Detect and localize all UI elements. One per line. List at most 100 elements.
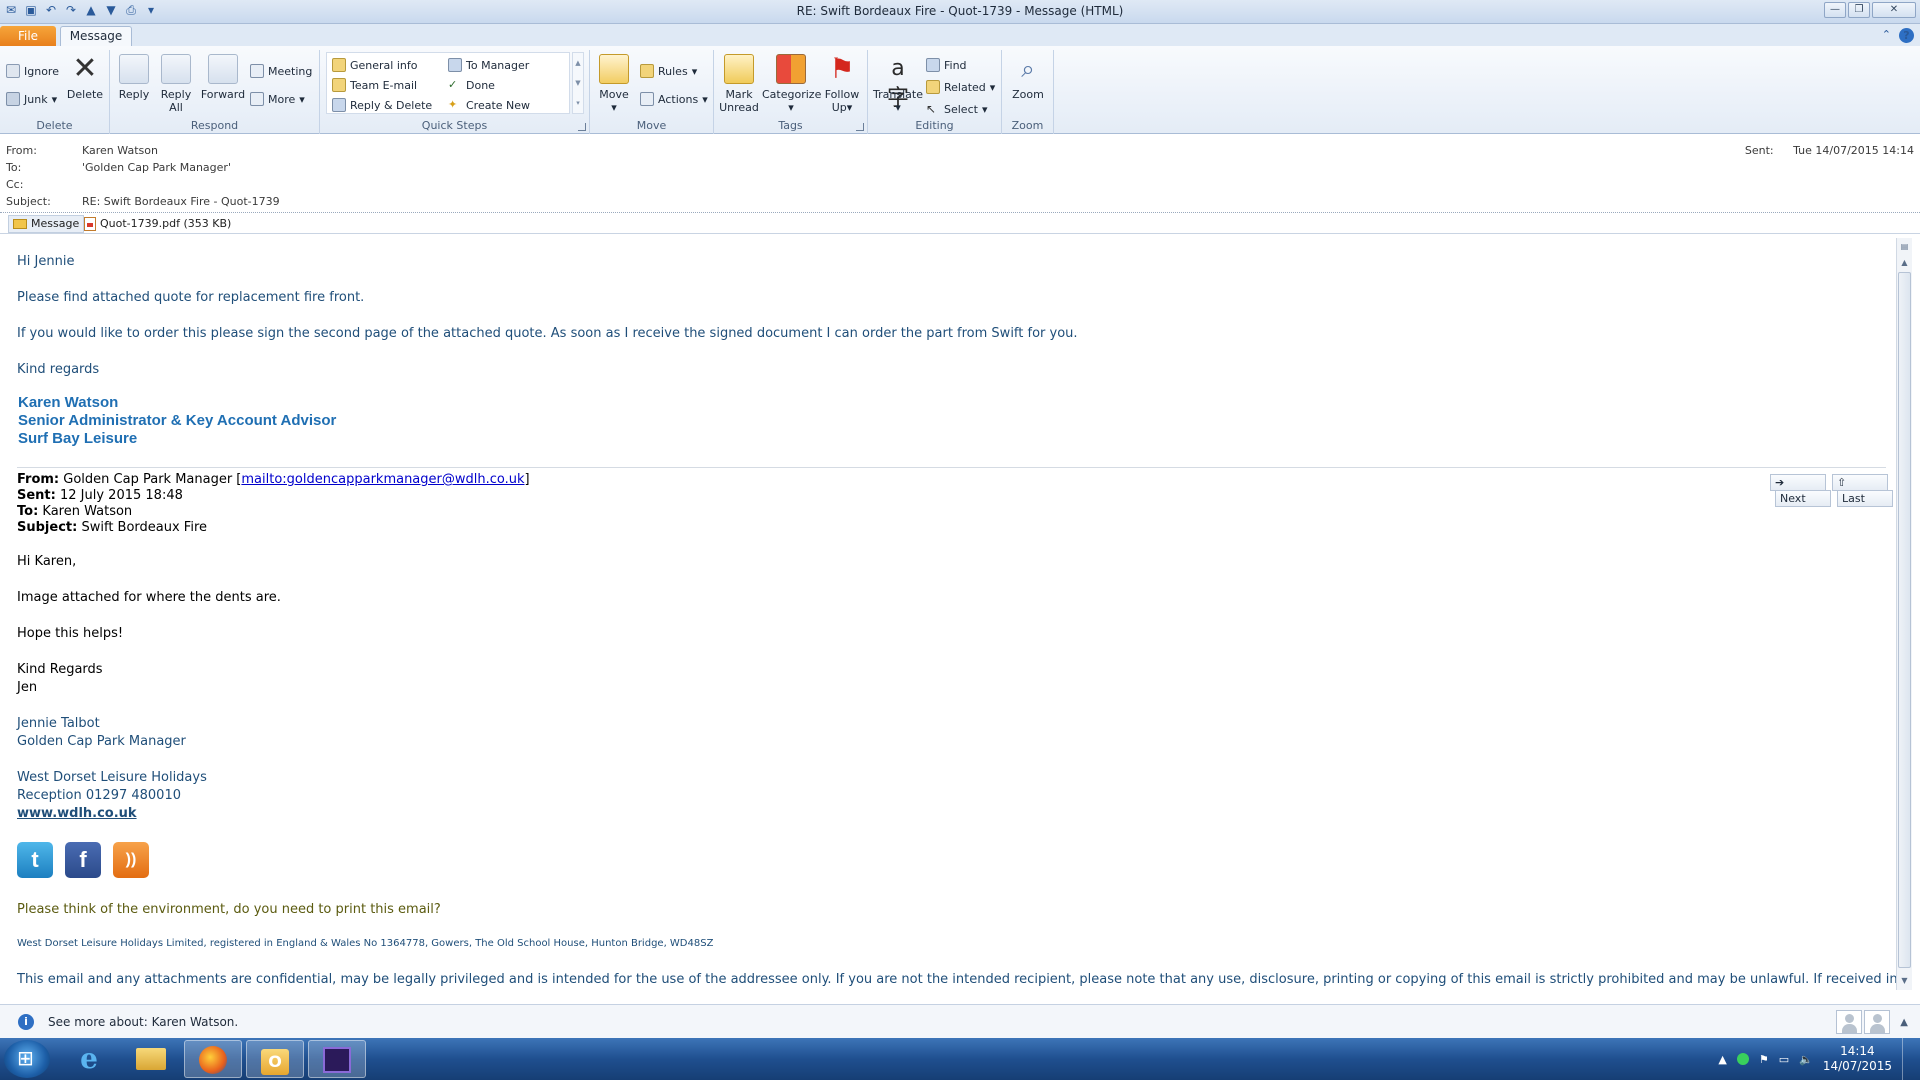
group-label-delete: Delete xyxy=(36,119,73,132)
envelope-icon xyxy=(332,58,346,72)
firefox-icon[interactable] xyxy=(184,1040,242,1078)
action-center-flag-icon[interactable]: ⚑ xyxy=(1759,1053,1769,1066)
delete-x-icon: ✕ xyxy=(72,51,98,86)
close-button[interactable]: ✕ xyxy=(1872,2,1916,18)
people-pane: i See more about: Karen Watson. ▲ xyxy=(0,1004,1920,1038)
last-button[interactable]: ⇧Last xyxy=(1832,474,1893,507)
quoted-closing-1: Kind Regards xyxy=(17,662,103,677)
reply-closing: Kind regards xyxy=(17,362,100,377)
categorize-icon xyxy=(776,54,806,84)
next-button[interactable]: ➔Next xyxy=(1770,474,1831,507)
quoted-closing-2: Jen xyxy=(17,680,38,695)
contact-avatar-1[interactable] xyxy=(1836,1010,1863,1034)
volume-icon[interactable]: 🔈 xyxy=(1799,1053,1813,1066)
find-button[interactable]: Find xyxy=(926,58,967,72)
outlook-taskbar-icon[interactable]: O xyxy=(246,1040,304,1078)
quick-step-team-email[interactable]: Team E-mail xyxy=(332,78,417,92)
group-label-respond: Respond xyxy=(190,119,239,132)
ignore-button[interactable]: Ignore xyxy=(6,64,59,78)
reply-line-2: If you would like to order this please s… xyxy=(17,326,1078,341)
envelope-icon xyxy=(13,219,27,229)
rss-icon[interactable]: )) xyxy=(113,842,149,878)
group-label-tags: Tags xyxy=(778,119,803,132)
minimize-button[interactable]: — xyxy=(1824,2,1846,18)
reply-all-button[interactable]: Reply All xyxy=(156,54,196,114)
facebook-icon[interactable]: f xyxy=(65,842,101,878)
clock[interactable]: 14:14 14/07/2015 xyxy=(1823,1044,1892,1074)
twitter-icon[interactable]: t xyxy=(17,842,53,878)
start-button[interactable] xyxy=(4,1040,50,1078)
website-link[interactable]: www.wdlh.co.uk xyxy=(17,806,137,821)
follow-up-button[interactable]: ⚑ Follow Up▾ xyxy=(820,52,864,115)
more-icon xyxy=(250,92,264,106)
categorize-button[interactable]: Categorize ▾ xyxy=(762,54,821,114)
show-desktop-button[interactable] xyxy=(1902,1038,1912,1080)
meeting-button[interactable]: Meeting xyxy=(250,64,312,78)
tab-message[interactable]: Message xyxy=(60,26,132,47)
contact-avatar-2[interactable] xyxy=(1864,1010,1891,1034)
attachment-pdf[interactable]: Quot-1739.pdf (353 KB) xyxy=(84,216,231,232)
quick-step-reply-delete[interactable]: Reply & Delete xyxy=(332,98,432,112)
signature-company: Surf Bay Leisure xyxy=(18,430,138,447)
rules-button[interactable]: Rules ▾ xyxy=(640,64,697,78)
reply-greeting: Hi Jennie xyxy=(17,254,75,269)
related-button[interactable]: Related ▾ xyxy=(926,80,995,94)
delete-button[interactable]: ✕ Delete xyxy=(64,51,106,102)
folder-move-icon xyxy=(599,54,629,84)
network-icon[interactable]: ▭ xyxy=(1779,1053,1789,1066)
binoculars-icon xyxy=(926,58,940,72)
forward-icon xyxy=(208,54,238,84)
maximize-button[interactable]: ❐ xyxy=(1848,2,1870,18)
rules-icon xyxy=(640,64,654,78)
quick-step-done[interactable]: ✓ Done xyxy=(448,78,495,92)
ignore-icon xyxy=(6,64,20,78)
translate-button[interactable]: a字 Translate ▾ xyxy=(872,54,924,114)
quoted-company: West Dorset Leisure Holidays xyxy=(17,770,207,785)
calendar-app-icon[interactable] xyxy=(308,1040,366,1078)
show-hidden-icons[interactable]: ▲ xyxy=(1718,1053,1726,1066)
tab-file[interactable]: File xyxy=(0,26,56,46)
collapse-ribbon-icon[interactable]: ⌃ xyxy=(1882,28,1891,43)
scroll-down-arrow[interactable]: ▼ xyxy=(1897,974,1912,988)
status-dot-icon[interactable] xyxy=(1736,1053,1749,1065)
reply-all-icon xyxy=(161,54,191,84)
move-button[interactable]: Move ▾ xyxy=(594,54,634,114)
people-pane-text[interactable]: See more about: Karen Watson. xyxy=(48,1015,238,1029)
mailto-link[interactable]: mailto:goldencapparkmanager@wdlh.co.uk xyxy=(241,472,524,487)
internet-explorer-icon[interactable]: e xyxy=(60,1040,118,1078)
tags-dialog-launcher[interactable] xyxy=(856,123,864,131)
actions-button[interactable]: Actions ▾ xyxy=(640,92,708,106)
flag-icon: ⚑ xyxy=(829,52,855,85)
reply-button[interactable]: Reply xyxy=(114,54,154,101)
message-tab-button[interactable]: Message xyxy=(8,215,85,233)
reply-delete-icon xyxy=(332,98,346,112)
signature-name: Karen Watson xyxy=(18,394,119,411)
quick-steps-scroll[interactable]: ▲ ▼ ▾ xyxy=(572,52,584,114)
quick-step-general-info[interactable]: General info xyxy=(332,58,417,72)
zoom-button[interactable]: ⌕ Zoom xyxy=(1006,54,1050,101)
junk-icon xyxy=(6,92,20,106)
quick-step-to-manager[interactable]: To Manager xyxy=(448,58,529,72)
reader-options-icon[interactable]: ▤ xyxy=(1897,240,1912,254)
group-label-editing: Editing xyxy=(915,119,954,132)
quick-steps-dialog-launcher[interactable] xyxy=(578,123,586,131)
scroll-thumb[interactable] xyxy=(1898,272,1911,968)
to-value[interactable]: 'Golden Cap Park Manager' xyxy=(82,161,231,174)
forward-button[interactable]: Forward xyxy=(200,54,246,101)
scroll-up-arrow[interactable]: ▲ xyxy=(1897,256,1912,270)
window-controls: — ❐ ✕ xyxy=(1824,2,1916,18)
select-button[interactable]: ↖ Select ▾ xyxy=(926,102,987,116)
from-value[interactable]: Karen Watson xyxy=(82,144,158,157)
quick-step-create-new[interactable]: ✦ Create New xyxy=(448,98,530,112)
file-explorer-icon[interactable] xyxy=(122,1040,180,1078)
header-subject: Subject: RE: Swift Bordeaux Fire - Quot-… xyxy=(6,195,280,208)
vertical-scrollbar[interactable]: ▤ ▲ ▼ xyxy=(1896,238,1912,990)
group-move: Move ▾ Rules ▾ Actions ▾ Move xyxy=(590,50,714,134)
quoted-from: From: Golden Cap Park Manager [mailto:go… xyxy=(17,472,530,487)
mark-unread-button[interactable]: Mark Unread xyxy=(716,54,762,114)
more-respond-button[interactable]: More ▾ xyxy=(250,92,305,106)
help-icon[interactable]: ? xyxy=(1899,28,1914,43)
expand-people-pane-icon[interactable]: ▲ xyxy=(1900,1017,1908,1028)
ribbon: Ignore Junk ▾ ✕ Delete Delete Reply Reply… xyxy=(0,46,1920,134)
junk-button[interactable]: Junk ▾ xyxy=(6,92,57,106)
